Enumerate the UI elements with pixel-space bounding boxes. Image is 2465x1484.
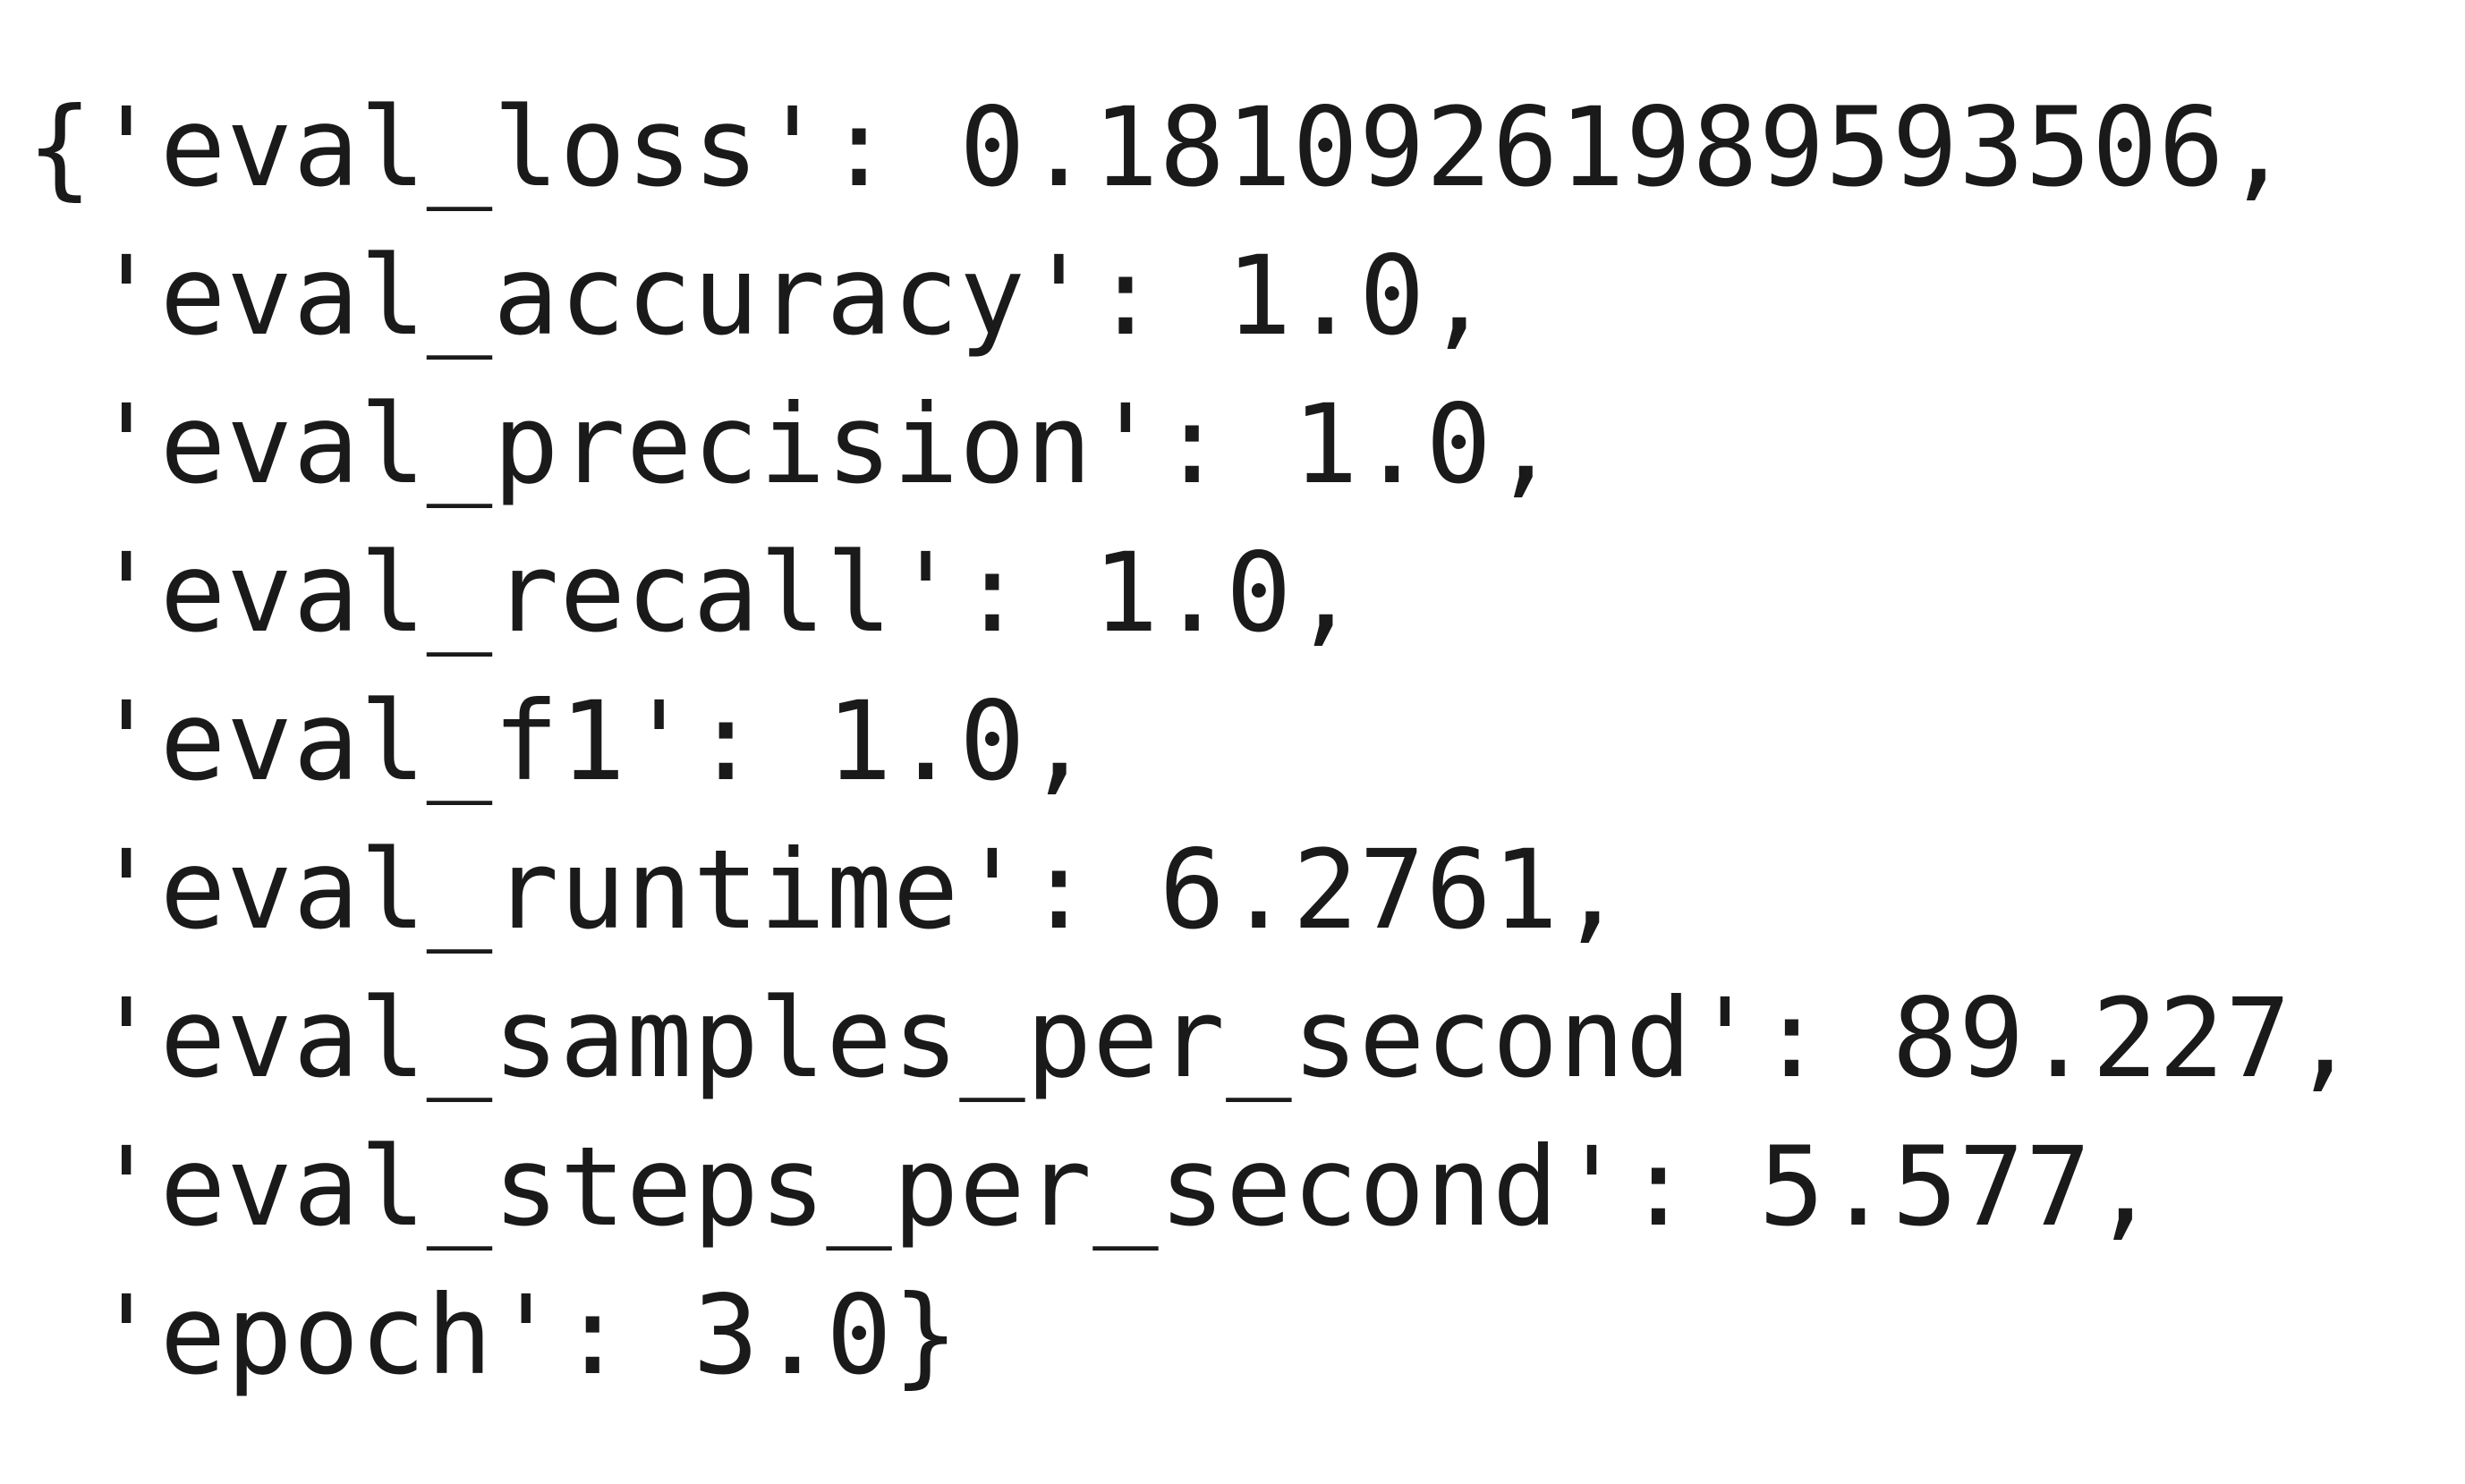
output-line-eval-accuracy: 'eval_accuracy': 1.0, [27, 233, 1492, 360]
cell-output-area: {'eval_loss': 0.18109261989593506, 'eval… [0, 0, 2465, 1484]
output-line-eval-recall: 'eval_recall': 1.0, [27, 530, 1360, 657]
output-line-eval-runtime: 'eval_runtime': 6.2761, [27, 827, 1626, 954]
eval-results-output: {'eval_loss': 0.18109261989593506, 'eval… [27, 73, 2359, 1410]
output-line-eval-precision: 'eval_precision': 1.0, [27, 381, 1560, 508]
output-line-eval-loss: {'eval_loss': 0.18109261989593506, [27, 84, 2292, 211]
output-line-epoch: 'epoch': 3.0} [27, 1272, 960, 1399]
output-line-eval-samples-per-second: 'eval_samples_per_second': 89.227, [27, 975, 2359, 1102]
output-line-eval-f1: 'eval_f1': 1.0, [27, 678, 1093, 805]
output-line-eval-steps-per-second: 'eval_steps_per_second': 5.577, [27, 1124, 2159, 1251]
